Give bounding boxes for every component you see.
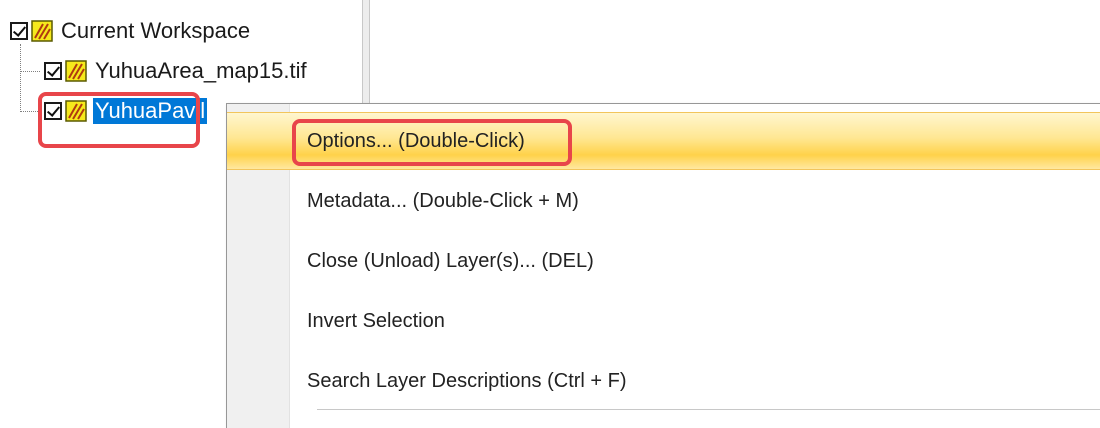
menu-item-metadata[interactable]: Metadata... (Double-Click + M) [227, 172, 1100, 230]
annotation-highlight-layer [38, 92, 200, 148]
root-checkbox[interactable] [10, 22, 28, 40]
menu-item-label: Metadata... (Double-Click + M) [307, 189, 579, 212]
layer-checkbox[interactable] [44, 62, 62, 80]
raster-layer-icon [65, 60, 87, 82]
tree-connector [20, 44, 21, 112]
tree-connector [20, 111, 40, 112]
menu-separator [317, 409, 1100, 410]
tree-item-layer[interactable]: YuhuaArea_map15.tif [44, 54, 307, 88]
annotation-highlight-options [292, 119, 572, 166]
menu-item-label: Close (Unload) Layer(s)... (DEL) [307, 249, 594, 272]
raster-layer-icon [31, 20, 53, 42]
menu-item-invert-selection[interactable]: Invert Selection [227, 292, 1100, 350]
tree-item-label: YuhuaArea_map15.tif [95, 58, 307, 83]
menu-item-label: Invert Selection [307, 309, 445, 332]
tree-item-label: Current Workspace [61, 18, 251, 43]
menu-item-search-descriptions[interactable]: Search Layer Descriptions (Ctrl + F) [227, 352, 1100, 410]
tree-connector [20, 71, 40, 72]
tree-item-root[interactable]: Current Workspace [10, 14, 250, 48]
menu-item-label: Search Layer Descriptions (Ctrl + F) [307, 369, 627, 392]
menu-item-close-layers[interactable]: Close (Unload) Layer(s)... (DEL) [227, 232, 1100, 290]
